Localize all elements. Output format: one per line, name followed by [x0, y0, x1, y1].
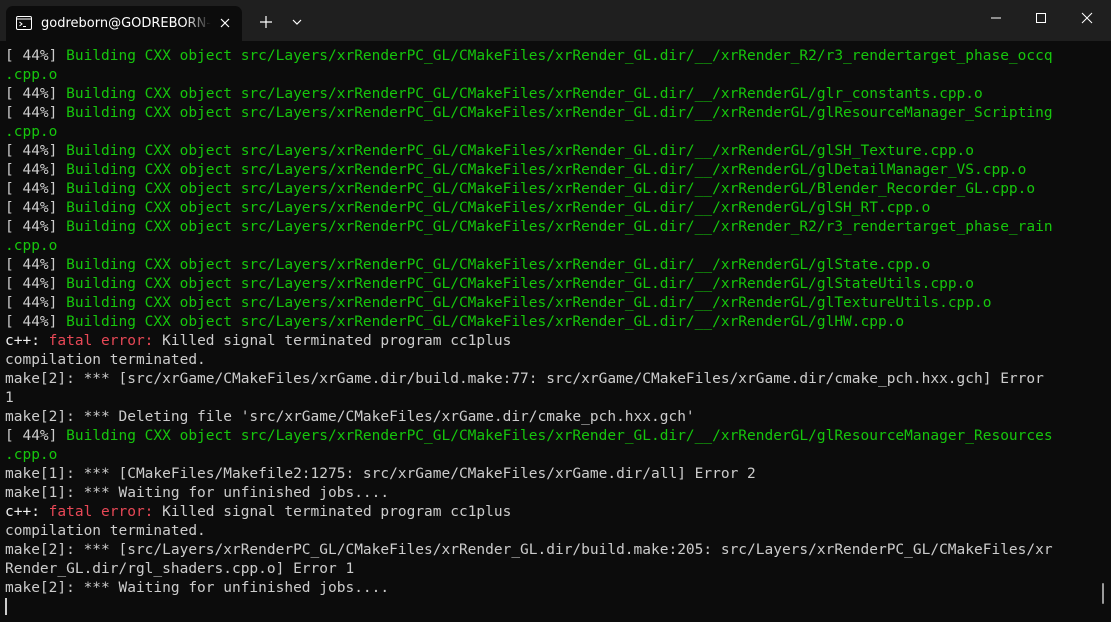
terminal-text-segment: [ 44%] [5, 314, 67, 330]
terminal-line: [ 44%] Building CXX object src/Layers/xr… [5, 199, 930, 218]
plus-icon[interactable] [256, 12, 276, 32]
terminal-line: make[1]: *** Waiting for unfinished jobs… [5, 484, 389, 503]
terminal-icon [16, 16, 32, 30]
terminal-window: godreborn@GODREBORN-LPTOP: ~ [0, 0, 1111, 622]
terminal-text-segment: compilation terminated. [5, 352, 206, 368]
terminal-line: make[2]: *** Waiting for unfinished jobs… [5, 579, 389, 598]
terminal-line: [ 44%] Building CXX object src/Layers/xr… [5, 161, 1026, 180]
terminal-text-segment: Building CXX object src/Layers/xrRenderP… [66, 86, 983, 102]
terminal-text-segment: Building CXX object src/Layers/xrRenderP… [66, 200, 931, 216]
terminal-line: [ 44%] Building CXX object src/Layers/xr… [5, 47, 1053, 66]
terminal-text-segment: make[1]: *** Waiting for unfinished jobs… [5, 485, 390, 501]
terminal-line: make[2]: *** [src/Layers/xrRenderPC_GL/C… [5, 541, 1053, 560]
terminal-text-segment: [ 44%] [5, 143, 67, 159]
terminal-text-segment: [ 44%] [5, 200, 67, 216]
terminal-text-segment: .cpp.o [5, 238, 58, 254]
terminal-line: make[1]: *** [CMakeFiles/Makefile2:1275:… [5, 465, 756, 484]
terminal-line: c++: fatal error: Killed signal terminat… [5, 503, 511, 522]
terminal-text-segment: [ 44%] [5, 295, 67, 311]
terminal-line: compilation terminated. [5, 351, 206, 370]
terminal-text-segment: c++: [5, 333, 49, 349]
maximize-icon [1036, 13, 1046, 23]
terminal-text-segment: [ 44%] [5, 48, 67, 64]
close-icon[interactable] [217, 15, 233, 31]
terminal-text-segment: make[2]: *** Deleting file 'src/xrGame/C… [5, 409, 695, 425]
terminal-text-segment: [ 44%] [5, 105, 67, 121]
terminal-line: [ 44%] Building CXX object src/Layers/xr… [5, 294, 991, 313]
terminal-text-segment: Building CXX object src/Layers/xrRenderP… [66, 295, 992, 311]
terminal-line: [ 44%] Building CXX object src/Layers/xr… [5, 256, 930, 275]
tab-terminal[interactable]: godreborn@GODREBORN-LPTOP: ~ [6, 6, 242, 41]
text-cursor [5, 598, 7, 615]
terminal-text-segment: [ 44%] [5, 219, 67, 235]
terminal-text-segment: [ 44%] [5, 86, 67, 102]
tab-title: godreborn@GODREBORN-LPTOP: ~ [41, 16, 211, 31]
minimize-button[interactable] [973, 0, 1019, 36]
terminal-text-segment: Building CXX object src/Layers/xrRenderP… [66, 428, 1053, 444]
terminal-line: c++: fatal error: Killed signal terminat… [5, 332, 511, 351]
chevron-down-icon[interactable] [287, 12, 307, 32]
terminal-line: make[2]: *** Deleting file 'src/xrGame/C… [5, 408, 695, 427]
terminal-text-segment: Building CXX object src/Layers/xrRenderP… [66, 257, 931, 273]
terminal-text-segment: [ 44%] [5, 181, 67, 197]
terminal-line: .cpp.o [5, 66, 57, 85]
title-bar[interactable]: godreborn@GODREBORN-LPTOP: ~ [0, 0, 1111, 41]
terminal-text-segment: .cpp.o [5, 447, 58, 463]
terminal-text-segment: make[2]: *** Waiting for unfinished jobs… [5, 580, 390, 596]
terminal-text-segment: [ 44%] [5, 257, 67, 273]
terminal-text-segment: c++: [5, 504, 49, 520]
terminal-text-segment: Building CXX object src/Layers/xrRenderP… [66, 48, 1053, 64]
terminal-text-segment: compilation terminated. [5, 523, 206, 539]
terminal-line: [ 44%] Building CXX object src/Layers/xr… [5, 218, 1053, 237]
terminal-text-segment: fatal error: [48, 333, 163, 349]
maximize-button[interactable] [1018, 0, 1064, 36]
terminal-line: [ 44%] Building CXX object src/Layers/xr… [5, 180, 1035, 199]
minimize-icon [991, 17, 1001, 19]
terminal-text-segment: make[2]: *** [src/xrGame/CMakeFiles/xrGa… [5, 371, 1044, 387]
terminal-text-segment: [ 44%] [5, 276, 67, 292]
terminal-line: [ 44%] Building CXX object src/Layers/xr… [5, 275, 974, 294]
terminal-text-segment: Render_GL.dir/rgl_shaders.cpp.o] Error 1 [5, 561, 355, 577]
terminal-text-segment: Building CXX object src/Layers/xrRenderP… [66, 162, 1027, 178]
terminal-output[interactable]: [ 44%] Building CXX object src/Layers/xr… [0, 41, 1111, 622]
terminal-text-segment: fatal error: [48, 504, 163, 520]
terminal-line: make[2]: *** [src/xrGame/CMakeFiles/xrGa… [5, 370, 1044, 389]
terminal-text-segment: Killed signal terminated program cc1plus [162, 504, 512, 520]
terminal-line: 1 [5, 389, 14, 408]
terminal-text-segment: Building CXX object src/Layers/xrRenderP… [66, 181, 1036, 197]
scrollbar-thumb[interactable] [1102, 583, 1104, 604]
terminal-text-segment: Building CXX object src/Layers/xrRenderP… [66, 105, 1053, 121]
terminal-line: [ 44%] Building CXX object src/Layers/xr… [5, 85, 983, 104]
terminal-text-segment: .cpp.o [5, 67, 58, 83]
close-window-button[interactable] [1064, 0, 1110, 36]
terminal-text-segment: Building CXX object src/Layers/xrRenderP… [66, 314, 905, 330]
terminal-line: compilation terminated. [5, 522, 206, 541]
terminal-line: [ 44%] Building CXX object src/Layers/xr… [5, 104, 1053, 123]
terminal-line: [ 44%] Building CXX object src/Layers/xr… [5, 142, 974, 161]
terminal-text-segment: Building CXX object src/Layers/xrRenderP… [66, 276, 975, 292]
terminal-line: .cpp.o [5, 123, 57, 142]
close-window-icon [1081, 12, 1093, 24]
terminal-text-segment: .cpp.o [5, 124, 58, 140]
terminal-text-segment: Killed signal terminated program cc1plus [162, 333, 512, 349]
terminal-line: .cpp.o [5, 446, 57, 465]
terminal-line: .cpp.o [5, 237, 57, 256]
terminal-text-segment: Building CXX object src/Layers/xrRenderP… [66, 143, 975, 159]
terminal-text-segment: [ 44%] [5, 162, 67, 178]
terminal-line: [ 44%] Building CXX object src/Layers/xr… [5, 427, 1053, 446]
terminal-line: Render_GL.dir/rgl_shaders.cpp.o] Error 1 [5, 560, 354, 579]
terminal-text-segment: [ 44%] [5, 428, 67, 444]
terminal-line: [ 44%] Building CXX object src/Layers/xr… [5, 313, 904, 332]
terminal-text-segment: Building CXX object src/Layers/xrRenderP… [66, 219, 1053, 235]
terminal-text-segment: make[1]: *** [CMakeFiles/Makefile2:1275:… [5, 466, 756, 482]
terminal-text-segment: make[2]: *** [src/Layers/xrRenderPC_GL/C… [5, 542, 1053, 558]
terminal-text-segment: 1 [5, 390, 14, 406]
